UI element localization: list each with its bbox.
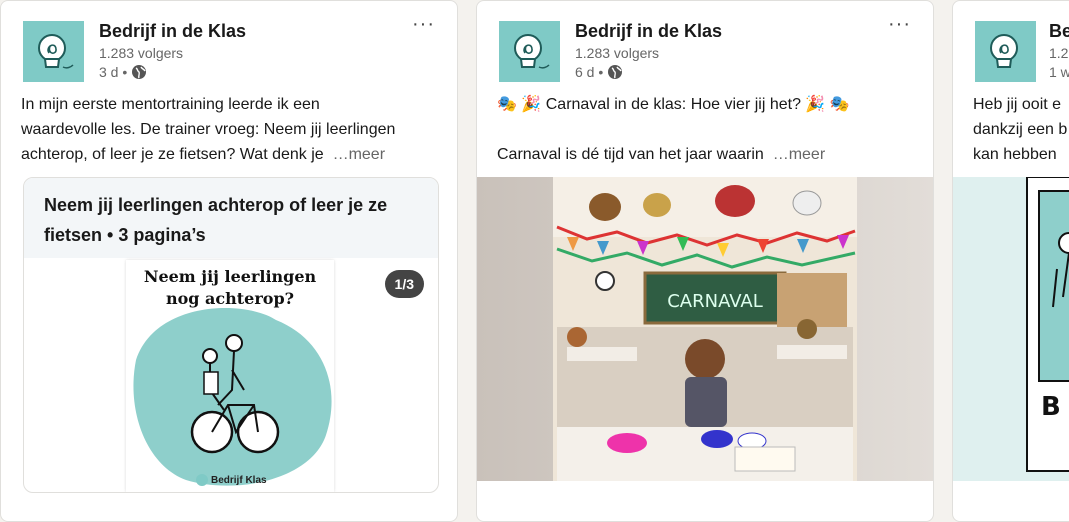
post-text-fragment: achterop, of leer je ze fietsen? Wat den… — [21, 146, 324, 163]
post-text-line: achterop, of leer je ze fietsen? Wat den… — [21, 142, 441, 167]
post-image[interactable]: CARNAVAL — [477, 177, 933, 481]
globe-icon — [608, 65, 623, 79]
post-text: In mijn eerste mentortraining leerde ik … — [21, 92, 441, 167]
author-name[interactable]: Bedrijf in de Klas — [575, 21, 722, 42]
follower-count: 1.2 — [1049, 45, 1069, 61]
post-text-line: 🎭 🎉 Carnaval in de klas: Hoe vier jij he… — [497, 96, 850, 113]
company-logo[interactable] — [975, 21, 1036, 82]
post-age: 3 d • — [99, 64, 128, 80]
post-card-2: Bedrijf in de Klas 1.283 volgers 6 d • ·… — [476, 0, 934, 522]
post-text-fragment: Carnaval is dé tijd van het jaar waarin — [497, 146, 764, 163]
post-text-line: dankzij een b — [973, 121, 1068, 138]
lightbulb-logo-icon — [196, 474, 208, 486]
post-text-line: kan hebben — [973, 146, 1057, 163]
page-heading: Neem jij leerlingen nog achterop? — [126, 266, 334, 310]
page-counter: 1/3 — [384, 270, 424, 298]
lightbulb-logo-icon — [37, 33, 74, 69]
follower-count: 1.283 volgers — [99, 45, 184, 61]
lightbulb-logo-icon — [989, 33, 1018, 68]
globe-icon — [132, 65, 147, 79]
post-image[interactable]: B — [953, 176, 1069, 481]
post-text-line: In mijn eerste mentortraining leerde ik … — [21, 96, 320, 113]
lightbulb-logo-icon — [513, 33, 550, 69]
carnival-classroom-image: CARNAVAL — [477, 177, 933, 481]
page-heading-line: nog achterop? — [165, 289, 295, 308]
follower-count: 1.283 volgers — [575, 45, 660, 61]
more-options-icon[interactable]: ··· — [888, 13, 911, 36]
see-more-link[interactable]: …meer — [773, 146, 825, 163]
post-time: 3 d • — [99, 64, 147, 80]
post-text: 🎭 🎉 Carnaval in de klas: Hoe vier jij he… — [497, 92, 917, 167]
document-title-line: fietsen • 3 pagina’s — [44, 225, 206, 245]
author-name[interactable]: Bedrijf in de Klas — [1049, 21, 1069, 42]
cartoon-image: B — [1026, 176, 1069, 472]
post-text-line: waardevolle les. De trainer vroeg: Neem … — [21, 121, 396, 138]
post-time: 6 d • — [575, 64, 623, 80]
document-page-preview[interactable]: Neem jij leerlingen nog achterop? Bedrij… — [126, 260, 334, 492]
company-logo[interactable] — [23, 21, 84, 82]
post-card-3: Bedrijf in de Klas 1.2 1 w Heb jij ooit … — [952, 0, 1069, 522]
chalkboard-text: CARNAVAL — [667, 291, 763, 312]
document-header: Neem jij leerlingen achterop of leer je … — [24, 178, 438, 258]
document-attachment[interactable]: Neem jij leerlingen achterop of leer je … — [23, 177, 439, 493]
document-title-line: Neem jij leerlingen achterop of leer je … — [44, 195, 388, 215]
see-more-link[interactable]: …meer — [333, 146, 385, 163]
document-title: Neem jij leerlingen achterop of leer je … — [44, 190, 418, 250]
company-logo[interactable] — [499, 21, 560, 82]
post-age: 6 d • — [575, 64, 604, 80]
post-card-1: Bedrijf in de Klas 1.283 volgers 3 d • ·… — [0, 0, 458, 522]
page-heading-line: Neem jij leerlingen — [143, 267, 317, 286]
post-text-line: Heb jij ooit e — [973, 96, 1062, 113]
post-text-line: Carnaval is dé tijd van het jaar waarin … — [497, 142, 917, 167]
post-text: Heb jij ooit e dankzij een b kan hebben — [973, 92, 1069, 167]
author-name[interactable]: Bedrijf in de Klas — [99, 21, 246, 42]
page-footer-logo: Bedrijf Klas — [196, 474, 267, 486]
post-time: 1 w — [1049, 64, 1069, 80]
page-footer-logo-text: Bedrijf Klas — [211, 474, 267, 486]
cartoon-letter: B — [1041, 392, 1061, 422]
more-options-icon[interactable]: ··· — [412, 13, 435, 36]
